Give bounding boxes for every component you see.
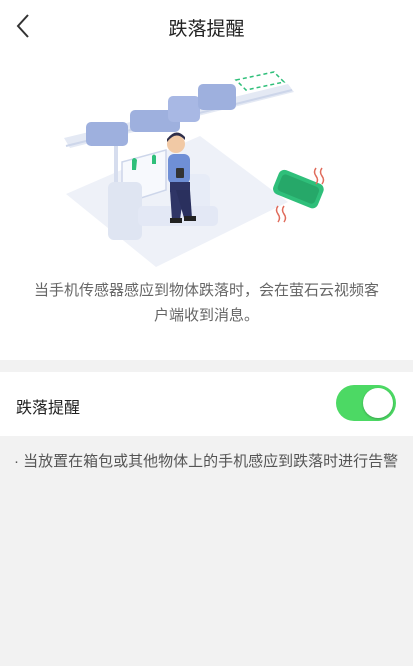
header-bar: 跌落提醒 xyxy=(0,0,413,52)
illustration xyxy=(64,71,325,267)
feature-description: 当手机传感器感应到物体跌落时，会在萤石云视频客户端收到消息。 xyxy=(33,282,379,324)
toggle-knob xyxy=(363,388,393,418)
hero-section: 当手机传感器感应到物体跌落时，会在萤石云视频客户端收到消息。 xyxy=(0,52,413,360)
setting-label: 跌落提醒 xyxy=(16,400,81,417)
fall-alert-toggle[interactable] xyxy=(336,385,396,421)
page-title: 跌落提醒 xyxy=(168,19,245,40)
fall-alert-setting-row: 跌落提醒 xyxy=(0,372,413,436)
note-text: · 当放置在箱包或其他物体上的手机感应到跌落时进行告警 xyxy=(14,453,399,470)
